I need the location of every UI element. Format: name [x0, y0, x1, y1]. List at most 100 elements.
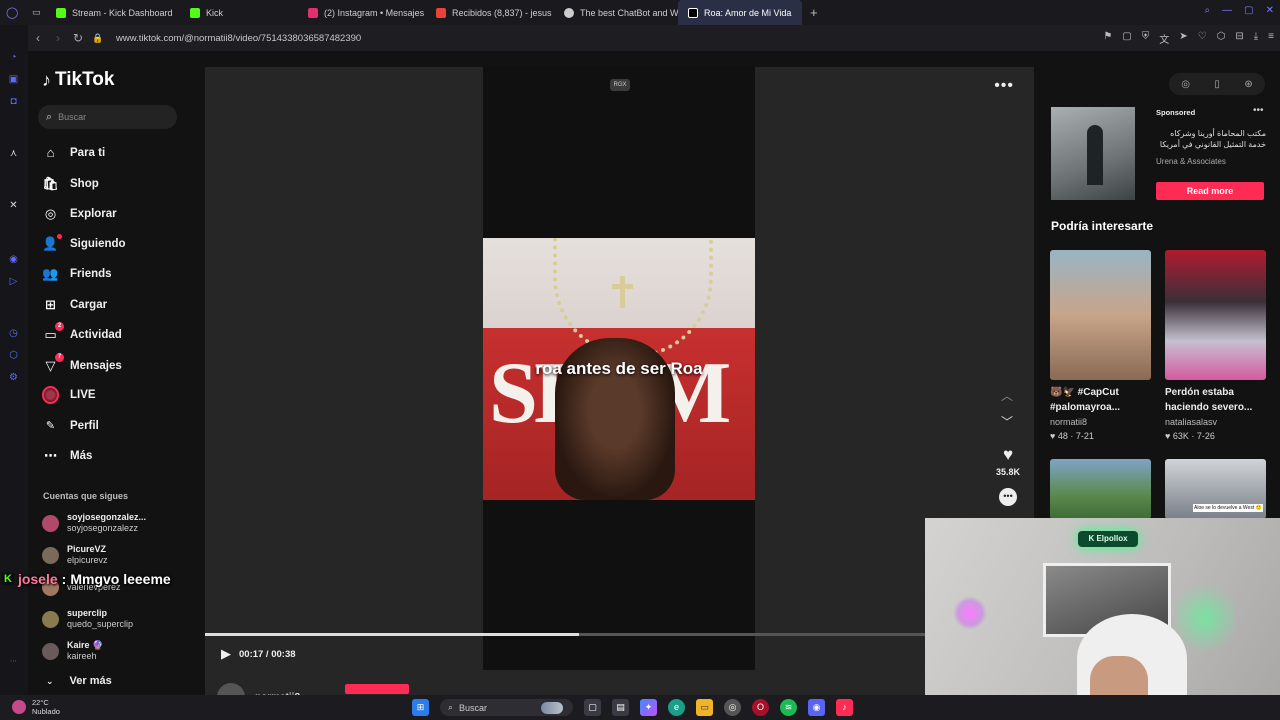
- discord-icon[interactable]: ◉: [808, 699, 825, 716]
- tab-kick-dashboard[interactable]: Stream - Kick Dashboard: [46, 0, 180, 25]
- minimize-icon[interactable]: —: [1222, 5, 1232, 16]
- following-account[interactable]: Kaire 🔮 kaireeh: [42, 640, 103, 662]
- new-tab-icon[interactable]: +: [802, 5, 826, 20]
- opera-icon[interactable]: O: [752, 699, 769, 716]
- suggested-video[interactable]: Aloe se lo devuelve a West 🙂: [1165, 459, 1266, 519]
- tab-kick[interactable]: Kick: [180, 0, 298, 25]
- search-tabs-icon[interactable]: ⌕: [1205, 5, 1211, 16]
- tab-instagram[interactable]: (2) Instagram • Mensajes: [298, 0, 426, 25]
- send-icon[interactable]: ➤: [1179, 31, 1187, 46]
- player-icon[interactable]: ◉: [7, 253, 20, 266]
- settings-icon[interactable]: ⚙: [7, 371, 20, 384]
- following-icon: 👤: [42, 234, 62, 252]
- pin-icon[interactable]: ⚑: [1103, 31, 1112, 46]
- play-icon[interactable]: ▶: [221, 646, 231, 662]
- forward-icon[interactable]: ›: [48, 31, 68, 45]
- url-field[interactable]: www.tiktok.com/@normatii8/video/75143380…: [116, 33, 361, 44]
- chrome-icon[interactable]: ◎: [724, 699, 741, 716]
- nav-perfil[interactable]: ✎ Perfil: [42, 417, 99, 434]
- like-button[interactable]: ♥ 35.8K: [992, 445, 1024, 477]
- store-icon[interactable]: ▤: [612, 699, 629, 716]
- taskbar-search[interactable]: ⌕ Buscar: [440, 699, 573, 716]
- download-icon[interactable]: ⤓: [1254, 31, 1258, 46]
- app-icon[interactable]: ⋏: [7, 147, 20, 160]
- nav-live[interactable]: LIVE: [42, 385, 96, 404]
- shield-icon[interactable]: ⛨: [1142, 31, 1150, 46]
- reload-icon[interactable]: ↻: [68, 31, 88, 45]
- kick-icon: [56, 7, 66, 18]
- following-account[interactable]: soyjosegonzalez... soyjosegonzalezz: [42, 512, 146, 534]
- nav-para-ti[interactable]: ⌂ Para ti: [42, 144, 106, 161]
- chevron-up-icon[interactable]: ︿: [1001, 387, 1013, 404]
- ad-image[interactable]: [1051, 107, 1135, 200]
- watermark-badge: RGX: [610, 79, 630, 91]
- play-icon[interactable]: ▷: [7, 275, 20, 288]
- following-account[interactable]: superclip quedo_superclip: [42, 608, 133, 630]
- x-twitter-icon[interactable]: ✕: [7, 199, 20, 212]
- messenger-icon[interactable]: ◘: [7, 95, 20, 108]
- compass-icon[interactable]: ◎: [1181, 79, 1190, 90]
- following-account[interactable]: PicureVZ elpicurevz: [42, 544, 108, 566]
- search-input[interactable]: ⌕ Buscar: [38, 105, 177, 129]
- nav-friends[interactable]: 👥 Friends: [42, 265, 111, 282]
- follow-button[interactable]: [345, 684, 409, 694]
- suggested-video[interactable]: 🐻🦅 #CapCut #palomayroa... normatii8 ♥ 48…: [1050, 250, 1151, 441]
- close-icon[interactable]: ✕: [1266, 5, 1274, 16]
- copilot-icon[interactable]: ✦: [640, 699, 657, 716]
- video-player[interactable]: RGX ••• SLAM roa antes de ser Roa ︿ ﹀ ♥ …: [205, 67, 1034, 711]
- edge-icon[interactable]: e: [668, 699, 685, 716]
- suggested-video[interactable]: [1050, 459, 1151, 519]
- nav-explorar[interactable]: ◎ Explorar: [42, 205, 117, 222]
- more-icon: ⋯: [44, 447, 57, 463]
- more-sidebar-icon[interactable]: ⋯: [7, 655, 20, 668]
- heart-icon[interactable]: ♡: [1198, 31, 1207, 46]
- back-icon[interactable]: ‹: [28, 31, 48, 45]
- live-avatar: [42, 385, 59, 404]
- thumbnail-caption: Aloe se lo devuelve a West 🙂: [1193, 504, 1263, 512]
- cube-icon[interactable]: ⬡: [7, 349, 20, 362]
- suggested-video[interactable]: Perdón estaba haciendo severo... natalia…: [1165, 250, 1266, 441]
- device-icon[interactable]: ▯: [1214, 79, 1220, 90]
- tab-chatbot[interactable]: The best ChatBot and W: [554, 0, 678, 25]
- chevron-down-icon[interactable]: ﹀: [1001, 413, 1013, 430]
- comment-icon[interactable]: •••: [999, 488, 1017, 506]
- translate-icon[interactable]: 文: [1159, 31, 1169, 46]
- tiktok-icon[interactable]: ♪: [836, 699, 853, 716]
- nav-siguiendo[interactable]: 👤 Siguiendo: [42, 234, 126, 252]
- read-more-button[interactable]: Read more: [1156, 182, 1264, 200]
- wallet-icon[interactable]: ⊟: [1235, 31, 1243, 46]
- nav-shop[interactable]: 🛍 Shop: [42, 175, 99, 192]
- more-options-icon[interactable]: •••: [994, 77, 1014, 95]
- nav-actividad[interactable]: ▭ 2 Actividad: [42, 322, 122, 343]
- aria-icon[interactable]: ◔: [7, 51, 20, 64]
- tiktok-logo[interactable]: ♪ TikTok: [42, 69, 114, 91]
- ad-options-icon[interactable]: •••: [1253, 105, 1264, 116]
- nav-cargar[interactable]: ⊞ Cargar: [42, 296, 107, 313]
- progress-fill: [205, 633, 580, 636]
- spotify-icon[interactable]: ≋: [780, 699, 797, 716]
- settings-icon[interactable]: ⊛: [1244, 79, 1252, 90]
- tab-tiktok-active[interactable]: Roa: Amor de Mi Vida: [678, 0, 802, 25]
- nav-mensajes[interactable]: ▽ 7 Mensajes: [42, 353, 122, 374]
- chevron-down-icon: ⌄: [46, 675, 54, 686]
- history-icon[interactable]: ◷: [7, 327, 20, 340]
- avatar: [42, 546, 59, 564]
- task-view-icon[interactable]: ▢: [584, 699, 601, 716]
- opera-menu-icon[interactable]: ◯: [0, 0, 32, 25]
- nav-mas[interactable]: ⋯ Más: [42, 447, 92, 464]
- avatar: [42, 514, 59, 532]
- maximize-icon[interactable]: ▢: [1244, 5, 1253, 16]
- tab-gmail[interactable]: Recibidos (8,837) - jesus: [426, 0, 554, 25]
- weather-widget[interactable]: 22°C Nublado: [12, 698, 60, 716]
- menu-icon[interactable]: ≡: [1268, 31, 1274, 46]
- snapshot-icon[interactable]: ▢: [1122, 31, 1131, 46]
- workspace-icon[interactable]: ▣: [7, 73, 20, 86]
- tab-workspace-icon[interactable]: ▭: [32, 0, 46, 25]
- video-content[interactable]: SLAM roa antes de ser Roa: [483, 238, 755, 500]
- see-more-button[interactable]: ⌄ Ver más: [46, 675, 112, 687]
- progress-bar[interactable]: [205, 633, 925, 636]
- face: [1090, 656, 1148, 695]
- file-explorer-icon[interactable]: ▭: [696, 699, 713, 716]
- extensions-icon[interactable]: ⬡: [1217, 31, 1226, 46]
- windows-start-icon[interactable]: ⊞: [412, 699, 429, 716]
